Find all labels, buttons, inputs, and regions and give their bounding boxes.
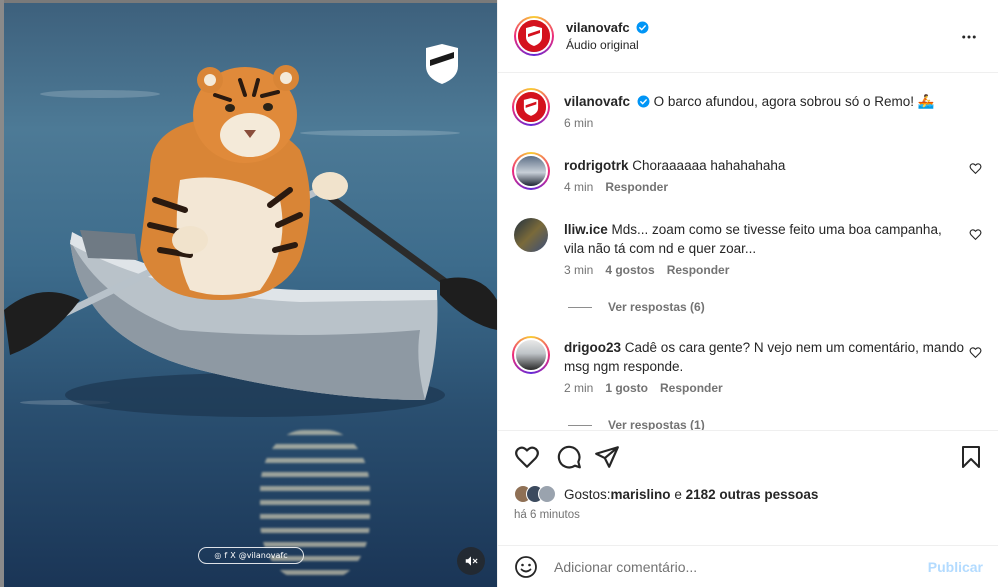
comment-item: drigoo23 Cadê os cara gente? N vejo nem … — [512, 336, 982, 395]
x-icon: X — [230, 551, 236, 560]
comment-icon[interactable] — [556, 444, 582, 470]
caption-time: 6 min — [564, 116, 594, 130]
comment-text: Choraaaaaa hahahahaha — [632, 158, 786, 173]
tiger-canoe-illustration — [4, 65, 497, 417]
comment-item: lliw.ice Mds... zoam como se tivesse fei… — [512, 218, 982, 277]
comment-username[interactable]: drigoo23 — [564, 340, 621, 355]
verified-icon — [637, 95, 650, 108]
likers-avatars — [514, 485, 556, 503]
comment-time: 3 min — [564, 263, 594, 277]
likes-first-user[interactable]: marislino — [611, 487, 671, 502]
post-header: vilanovafc Áudio original — [498, 0, 998, 73]
caption-text: O barco afundou, agora sobrou só o Remo!… — [653, 94, 935, 109]
post-actions: Gostos: marislino e 2182 outras pessoas … — [498, 430, 998, 545]
commenter-avatar[interactable] — [512, 336, 550, 374]
social-watermark: ◎ f X @vilanovafc — [198, 547, 304, 564]
author-username[interactable]: vilanovafc — [566, 20, 630, 35]
comment-item: rodrigotrk Choraaaaaa hahahahaha 4 min R… — [512, 152, 982, 194]
view-replies-label[interactable]: Ver respostas (6) — [608, 300, 705, 314]
comment-time: 2 min — [564, 381, 594, 395]
divider-line — [568, 424, 592, 426]
club-crest-icon — [526, 26, 542, 46]
author-avatar[interactable] — [514, 16, 554, 56]
bookmark-icon[interactable] — [959, 444, 983, 470]
liker-avatar — [538, 485, 556, 503]
comment-likes[interactable]: 4 gostos — [605, 263, 654, 277]
divider-line — [568, 306, 592, 308]
comment-text: Mds... zoam como se tivesse feito uma bo… — [564, 222, 942, 256]
comment-username[interactable]: rodrigotrk — [564, 158, 629, 173]
share-icon[interactable] — [594, 444, 620, 470]
post-media[interactable]: ◎ f X @vilanovafc — [0, 0, 497, 587]
club-crest-logo — [426, 44, 458, 84]
post-details-panel: vilanovafc Áudio original vilanovafc O b… — [497, 0, 998, 587]
heart-icon[interactable] — [514, 444, 540, 470]
club-crest-icon — [523, 98, 539, 116]
comment-input[interactable] — [554, 558, 914, 575]
likes-summary[interactable]: Gostos: marislino e 2182 outras pessoas — [514, 485, 818, 503]
emoji-icon[interactable] — [514, 555, 538, 579]
watermark-handle: @vilanovafc — [238, 551, 288, 560]
likes-prefix: Gostos: — [564, 486, 611, 502]
commenter-avatar[interactable] — [514, 218, 548, 252]
caption-avatar[interactable] — [512, 88, 550, 126]
verified-icon — [636, 21, 649, 34]
add-comment-bar: Publicar — [498, 545, 998, 587]
mute-button[interactable] — [457, 547, 485, 575]
view-replies-label[interactable]: Ver respostas (1) — [608, 418, 705, 430]
instagram-icon: ◎ — [214, 551, 222, 560]
mute-icon — [465, 556, 478, 566]
more-icon[interactable] — [960, 28, 978, 46]
heart-icon[interactable] — [969, 228, 982, 241]
reply-button[interactable]: Responder — [660, 381, 723, 395]
comment-text: Cadê os cara gente? N vejo nem um coment… — [564, 340, 964, 374]
commenter-avatar[interactable] — [512, 152, 550, 190]
comment-username[interactable]: lliw.ice — [564, 222, 608, 237]
likes-others[interactable]: 2182 outras pessoas — [686, 487, 819, 502]
heart-icon[interactable] — [969, 162, 982, 175]
view-replies-button[interactable]: Ver respostas (6) — [568, 300, 705, 314]
comment-likes[interactable]: 1 gosto — [605, 381, 648, 395]
audio-link[interactable]: Áudio original — [566, 38, 649, 52]
reply-button[interactable]: Responder — [667, 263, 730, 277]
reply-button[interactable]: Responder — [605, 180, 668, 194]
caption: vilanovafc O barco afundou, agora sobrou… — [512, 88, 982, 130]
caption-username[interactable]: vilanovafc — [564, 94, 630, 109]
comment-time: 4 min — [564, 180, 594, 194]
publish-button[interactable]: Publicar — [928, 559, 983, 575]
heart-icon[interactable] — [969, 346, 982, 359]
facebook-icon: f — [224, 551, 228, 560]
comments-list[interactable]: vilanovafc O barco afundou, agora sobrou… — [498, 74, 998, 430]
post-timestamp: há 6 minutos — [514, 509, 580, 521]
view-replies-button[interactable]: Ver respostas (1) — [568, 418, 705, 430]
likes-conjunction: e — [670, 486, 686, 502]
